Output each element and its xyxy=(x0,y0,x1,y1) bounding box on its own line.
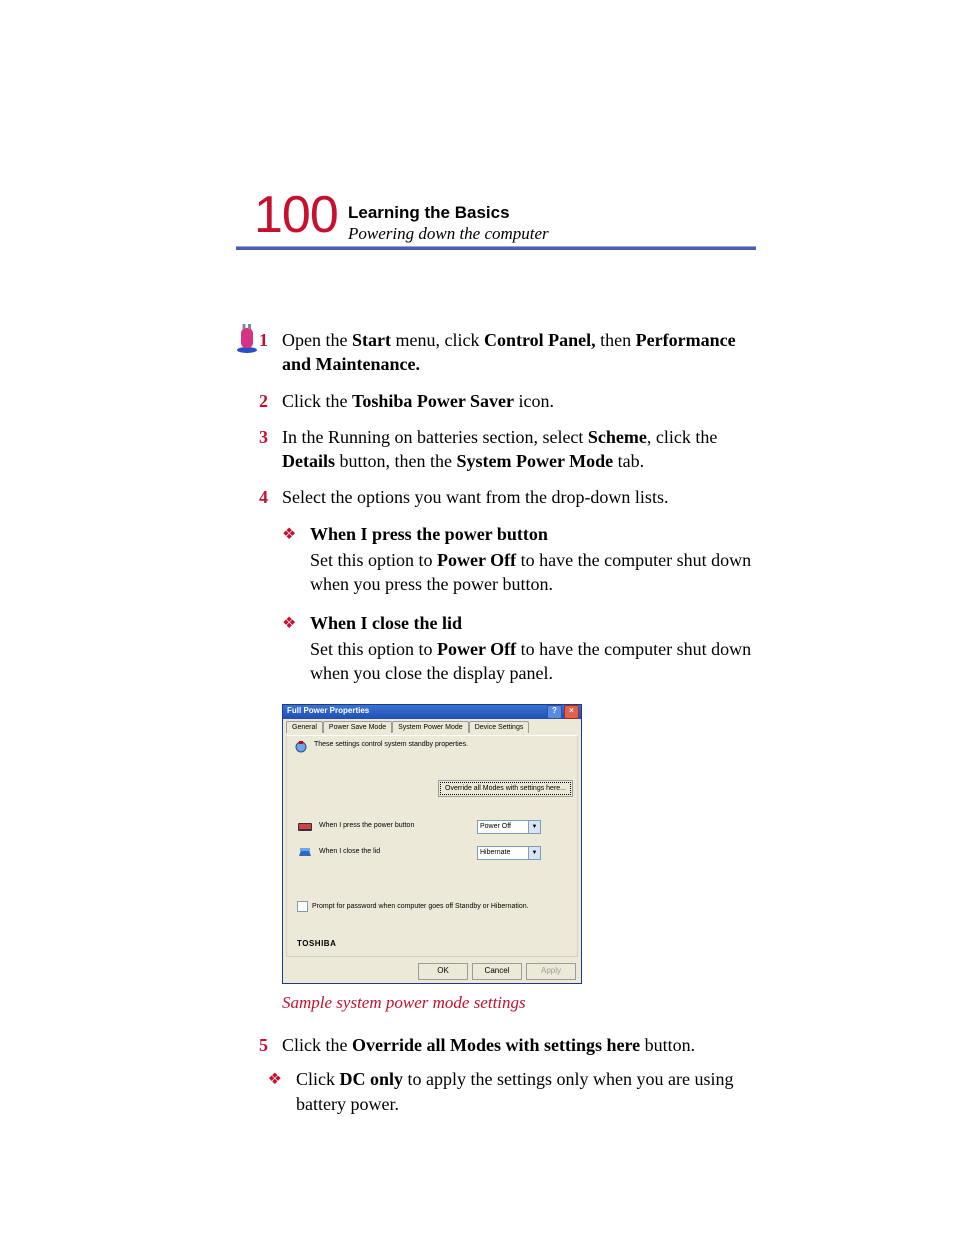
panel-description: These settings control system standby pr… xyxy=(314,740,468,749)
dialog-button-row: OK Cancel Apply xyxy=(283,960,581,983)
bullet-power-button: ❖ When I press the power button Set this… xyxy=(282,522,756,597)
dropdown-arrow-icon: ▼ xyxy=(528,847,540,859)
diamond-bullet-icon: ❖ xyxy=(282,611,310,686)
dialog-tabs: General Power Save Mode System Power Mod… xyxy=(283,719,581,733)
apply-button[interactable]: Apply xyxy=(526,963,576,980)
close-lid-option-row: When I close the lid xyxy=(297,846,439,858)
page-content: 100 Learning the Basics Powering down th… xyxy=(236,190,756,1126)
step-4: 4 Select the options you want from the d… xyxy=(236,485,756,509)
diamond-bullet-icon: ❖ xyxy=(236,1067,296,1116)
password-prompt-label: Prompt for password when computer goes o… xyxy=(312,902,529,911)
close-button[interactable]: × xyxy=(564,705,579,719)
tab-general[interactable]: General xyxy=(286,721,323,733)
cancel-button[interactable]: Cancel xyxy=(472,963,522,980)
power-button-dropdown[interactable]: Power Off ▼ xyxy=(477,820,541,834)
section-title: Powering down the computer xyxy=(348,223,549,246)
diamond-bullet-icon: ❖ xyxy=(282,522,310,597)
step-1: 1 Open the Start menu, click Control Pan… xyxy=(236,328,756,377)
step-3: 3 In the Running on batteries section, s… xyxy=(236,425,756,474)
ok-button[interactable]: OK xyxy=(418,963,468,980)
settings-icon xyxy=(293,740,309,754)
body-content: 1 Open the Start menu, click Control Pan… xyxy=(236,328,756,1116)
dropdown-arrow-icon: ▼ xyxy=(528,821,540,833)
figure-caption: Sample system power mode settings xyxy=(282,992,756,1015)
laptop-lid-icon xyxy=(297,846,313,858)
dialog-figure: Full Power Properties ? × General Power … xyxy=(282,704,580,984)
password-prompt-row: Prompt for password when computer goes o… xyxy=(297,901,529,912)
chapter-title: Learning the Basics xyxy=(348,202,549,225)
page-header: 100 Learning the Basics Powering down th… xyxy=(236,190,756,250)
header-rule xyxy=(236,246,756,250)
password-prompt-checkbox[interactable] xyxy=(297,901,308,912)
power-button-icon xyxy=(297,820,313,832)
full-power-properties-dialog: Full Power Properties ? × General Power … xyxy=(282,704,582,984)
toshiba-brand: TOSHIBA xyxy=(297,939,336,950)
dialog-panel: These settings control system standby pr… xyxy=(286,735,578,957)
tab-power-save-mode[interactable]: Power Save Mode xyxy=(323,721,392,733)
tab-device-settings[interactable]: Device Settings xyxy=(469,721,530,733)
power-button-option-row: When I press the power button xyxy=(297,820,439,832)
tab-system-power-mode[interactable]: System Power Mode xyxy=(392,721,469,733)
dialog-title: Full Power Properties xyxy=(287,706,369,717)
power-saver-margin-icon xyxy=(232,324,262,354)
close-lid-dropdown[interactable]: Hibernate ▼ xyxy=(477,846,541,860)
override-all-modes-button[interactable]: Override all Modes with settings here... xyxy=(440,782,571,795)
sub-bullet-list: ❖ When I press the power button Set this… xyxy=(282,522,756,686)
bullet-dc-only: ❖ Click DC only to apply the settings on… xyxy=(236,1067,756,1116)
bullet-close-lid: ❖ When I close the lid Set this option t… xyxy=(282,611,756,686)
page-number: 100 xyxy=(254,180,338,250)
help-button[interactable]: ? xyxy=(547,705,562,719)
step-2: 2 Click the Toshiba Power Saver icon. xyxy=(236,389,756,413)
dialog-titlebar: Full Power Properties ? × xyxy=(283,705,581,719)
step-5: 5 Click the Override all Modes with sett… xyxy=(236,1033,756,1057)
